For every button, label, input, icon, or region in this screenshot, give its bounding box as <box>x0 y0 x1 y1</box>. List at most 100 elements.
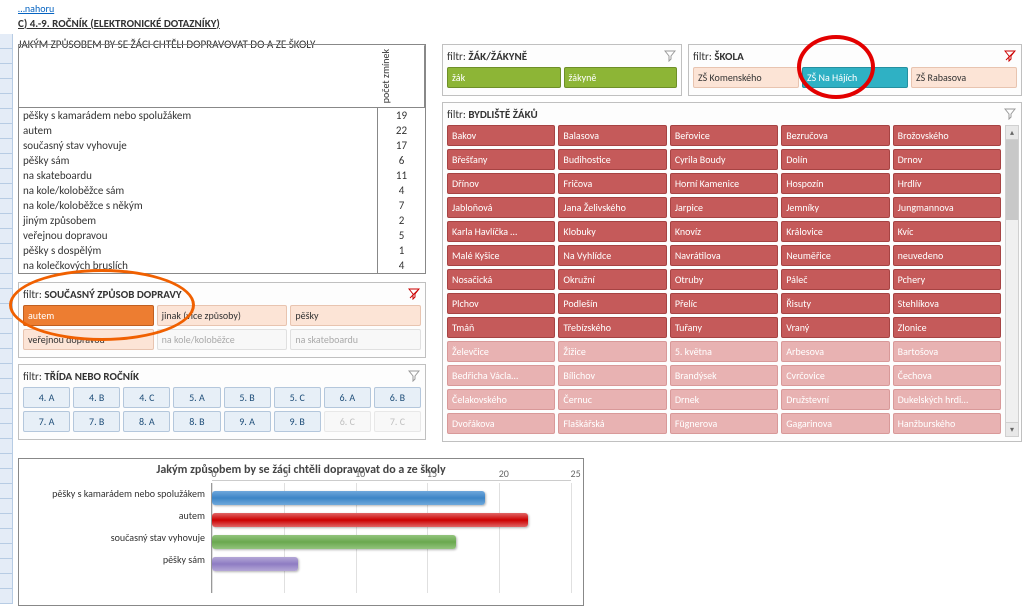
clear-filter-icon[interactable] <box>663 49 677 63</box>
slicer-chip[interactable]: Budihostice <box>558 149 666 170</box>
slicer-chip[interactable]: Balasova <box>558 125 666 146</box>
slicer-chip[interactable]: Neuměřice <box>781 245 889 266</box>
slicer-chip[interactable]: 4. A <box>23 387 70 408</box>
slicer-chip[interactable]: Drnov <box>893 149 1001 170</box>
slicer-chip[interactable]: 7. C <box>374 411 421 432</box>
slicer-chip[interactable]: Jungmannova <box>893 197 1001 218</box>
slicer-chip[interactable]: Dukelských hrdi… <box>893 389 1001 410</box>
slicer-chip[interactable]: veřejnou dopravou <box>23 329 154 350</box>
slicer-chip[interactable]: Bílichov <box>558 365 666 386</box>
clear-filter-icon[interactable] <box>1003 49 1017 63</box>
scrollbar[interactable]: ▴ ▾ <box>1005 125 1019 437</box>
slicer-chip[interactable]: Knovíz <box>670 221 778 242</box>
slicer-chip[interactable]: Malé Kyšice <box>447 245 555 266</box>
slicer-chip[interactable]: Páleč <box>781 269 889 290</box>
slicer-chip[interactable]: žák <box>447 67 561 88</box>
slicer-chip[interactable]: Vraný <box>781 317 889 338</box>
slicer-chip[interactable]: 4. C <box>123 387 170 408</box>
slicer-chip[interactable]: Dolín <box>781 149 889 170</box>
slicer-chip[interactable]: Otruby <box>670 269 778 290</box>
slicer-chip[interactable]: Brandýsek <box>670 365 778 386</box>
slicer-chip[interactable]: žákyně <box>564 67 678 88</box>
slicer-chip[interactable]: Plchov <box>447 293 555 314</box>
slicer-chip[interactable]: Pchery <box>893 269 1001 290</box>
scroll-down-icon[interactable]: ▾ <box>1006 422 1018 436</box>
slicer-chip[interactable]: na kole/koloběžce <box>157 329 288 350</box>
back-link[interactable]: …nahoru <box>14 2 54 15</box>
slicer-chip[interactable]: Tuřany <box>670 317 778 338</box>
slicer-chip[interactable]: 8. A <box>123 411 170 432</box>
slicer-chip[interactable]: Karla Havlíčka … <box>447 221 555 242</box>
slicer-chip[interactable]: 6. A <box>324 387 371 408</box>
slicer-chip[interactable]: Čelakovského <box>447 389 555 410</box>
slicer-chip[interactable]: Hanžburského <box>893 413 1001 434</box>
slicer-chip[interactable]: Dvořákova <box>447 413 555 434</box>
slicer-chip[interactable]: Bartošova <box>893 341 1001 362</box>
slicer-chip[interactable]: Bedřicha Václa… <box>447 365 555 386</box>
slicer-chip[interactable]: Čechova <box>893 365 1001 386</box>
slicer-chip[interactable]: Řisuty <box>781 293 889 314</box>
scroll-up-icon[interactable]: ▴ <box>1006 126 1018 140</box>
slicer-chip[interactable]: Nosačická <box>447 269 555 290</box>
scroll-thumb[interactable] <box>1006 140 1018 220</box>
slicer-chip[interactable]: Horní Kamenice <box>670 173 778 194</box>
slicer-chip[interactable]: Cvrčovice <box>781 365 889 386</box>
slicer-chip[interactable]: Dřínov <box>447 173 555 194</box>
slicer-chip[interactable]: ZŠ Komenského <box>693 67 799 88</box>
slicer-chip[interactable]: Želevčice <box>447 341 555 362</box>
slicer-chip[interactable]: Stehlíkova <box>893 293 1001 314</box>
clear-filter-icon[interactable] <box>1003 107 1017 121</box>
slicer-chip[interactable]: na skateboardu <box>290 329 421 350</box>
slicer-chip[interactable]: 6. B <box>374 387 421 408</box>
slicer-chip[interactable]: Přelíc <box>670 293 778 314</box>
slicer-chip[interactable]: Jarpice <box>670 197 778 218</box>
slicer-chip[interactable]: 5. C <box>274 387 321 408</box>
slicer-chip[interactable]: Okružní <box>558 269 666 290</box>
slicer-chip[interactable]: Navrátilova <box>670 245 778 266</box>
slicer-chip[interactable]: Kvíc <box>893 221 1001 242</box>
slicer-chip[interactable]: Drnek <box>670 389 778 410</box>
slicer-chip[interactable]: 9. B <box>274 411 321 432</box>
slicer-chip[interactable]: Družstevní <box>781 389 889 410</box>
slicer-chip[interactable]: Beřovice <box>670 125 778 146</box>
slicer-chip[interactable]: Brožovského <box>893 125 1001 146</box>
slicer-chip[interactable]: Cyrila Boudy <box>670 149 778 170</box>
slicer-chip[interactable]: 4. B <box>73 387 120 408</box>
slicer-chip[interactable]: Arbesova <box>781 341 889 362</box>
slicer-chip[interactable]: 8. B <box>173 411 220 432</box>
clear-filter-icon[interactable] <box>407 369 421 383</box>
slicer-chip[interactable]: Podlešín <box>558 293 666 314</box>
slicer-chip[interactable]: Černuc <box>558 389 666 410</box>
slicer-chip[interactable]: Na Vyhlídce <box>558 245 666 266</box>
slicer-chip[interactable]: ZŠ Na Hájích <box>802 67 908 88</box>
slicer-chip[interactable]: 5. května <box>670 341 778 362</box>
slicer-chip[interactable]: Fügnerova <box>670 413 778 434</box>
slicer-chip[interactable]: 7. B <box>73 411 120 432</box>
slicer-chip[interactable]: ZŠ Rabasova <box>911 67 1017 88</box>
slicer-chip[interactable]: Jana Želivského <box>558 197 666 218</box>
slicer-chip[interactable]: Flaškářská <box>558 413 666 434</box>
slicer-chip[interactable]: Hrdlív <box>893 173 1001 194</box>
slicer-chip[interactable]: Královice <box>781 221 889 242</box>
slicer-chip[interactable]: autem <box>23 305 154 326</box>
slicer-chip[interactable]: jinak (více způsoby) <box>157 305 288 326</box>
slicer-chip[interactable]: Fričova <box>558 173 666 194</box>
slicer-chip[interactable]: neuvedeno <box>893 245 1001 266</box>
slicer-chip[interactable]: Tmáň <box>447 317 555 338</box>
clear-filter-icon[interactable] <box>407 287 421 301</box>
slicer-chip[interactable]: Bakov <box>447 125 555 146</box>
slicer-chip[interactable]: Hospozín <box>781 173 889 194</box>
slicer-chip[interactable]: pěšky <box>290 305 421 326</box>
slicer-chip[interactable]: Klobuky <box>558 221 666 242</box>
slicer-chip[interactable]: Jabloňová <box>447 197 555 218</box>
slicer-chip[interactable]: 7. A <box>23 411 70 432</box>
slicer-chip[interactable]: 6. C <box>324 411 371 432</box>
slicer-chip[interactable]: Zlonice <box>893 317 1001 338</box>
slicer-chip[interactable]: Gagarinova <box>781 413 889 434</box>
slicer-chip[interactable]: Jemníky <box>781 197 889 218</box>
slicer-chip[interactable]: Bezručova <box>781 125 889 146</box>
slicer-chip[interactable]: 9. A <box>224 411 271 432</box>
slicer-chip[interactable]: 5. A <box>173 387 220 408</box>
slicer-chip[interactable]: Třebízského <box>558 317 666 338</box>
slicer-chip[interactable]: Břešťany <box>447 149 555 170</box>
